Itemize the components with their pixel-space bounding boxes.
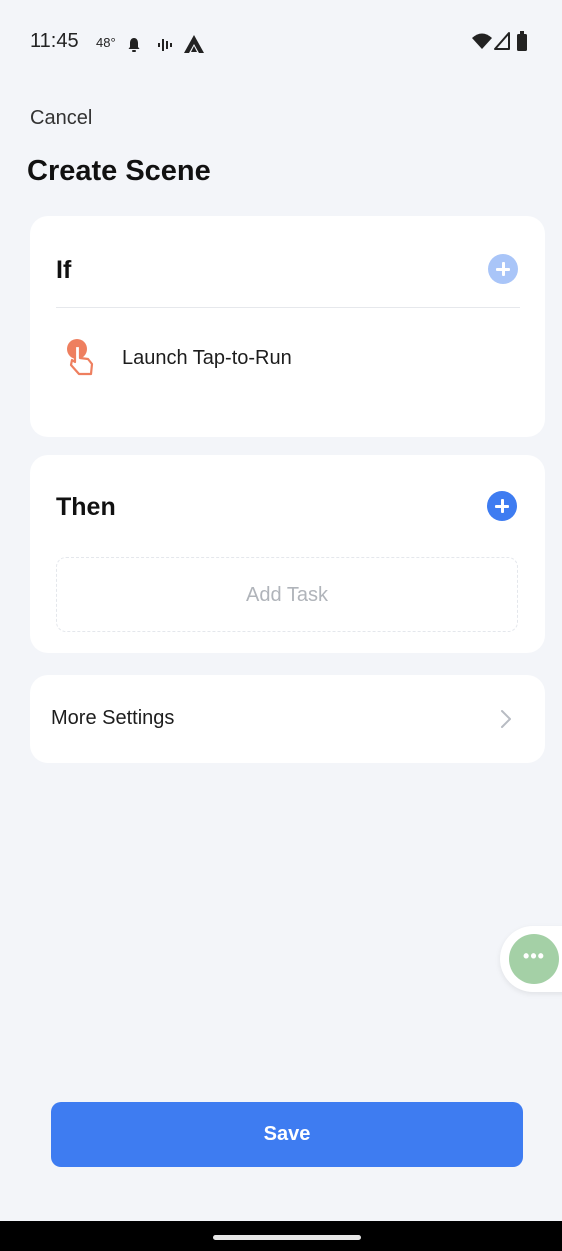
if-card: If Launch Tap-to-Run [30, 216, 545, 437]
floating-more-button[interactable]: ••• [509, 934, 559, 984]
notification-bell-icon [128, 38, 140, 52]
more-settings-label: More Settings [51, 707, 175, 729]
add-task-button[interactable]: Add Task [56, 557, 518, 632]
tap-hand-icon [67, 339, 94, 376]
then-section-title: Then [56, 493, 116, 521]
battery-icon [517, 31, 527, 51]
cancel-button[interactable]: Cancel [30, 107, 92, 130]
wifi-icon [472, 33, 492, 49]
then-card: Then Add Task [30, 455, 545, 653]
floating-more-tab: ••• [500, 926, 562, 992]
more-dots-icon: ••• [523, 946, 545, 966]
condition-label: Launch Tap-to-Run [122, 347, 292, 369]
navigation-bar [0, 1221, 562, 1251]
chevron-right-icon [501, 710, 511, 728]
more-settings-row[interactable]: More Settings [30, 675, 545, 763]
status-time: 11:45 [30, 30, 79, 52]
voice-waveform-icon [158, 39, 172, 51]
add-task-label: Add Task [246, 584, 328, 606]
add-action-button[interactable] [487, 491, 517, 521]
status-bar: 11:45 48° [0, 0, 562, 92]
arrow-app-icon [184, 35, 204, 53]
page-title: Create Scene [27, 155, 211, 187]
home-gesture-handle[interactable] [213, 1235, 361, 1240]
if-section-title: If [56, 256, 72, 284]
cellular-signal-icon [494, 32, 510, 50]
save-button[interactable]: Save [51, 1102, 523, 1167]
if-divider [56, 307, 520, 308]
add-condition-button[interactable] [488, 254, 518, 284]
status-temperature: 48° [96, 35, 116, 50]
